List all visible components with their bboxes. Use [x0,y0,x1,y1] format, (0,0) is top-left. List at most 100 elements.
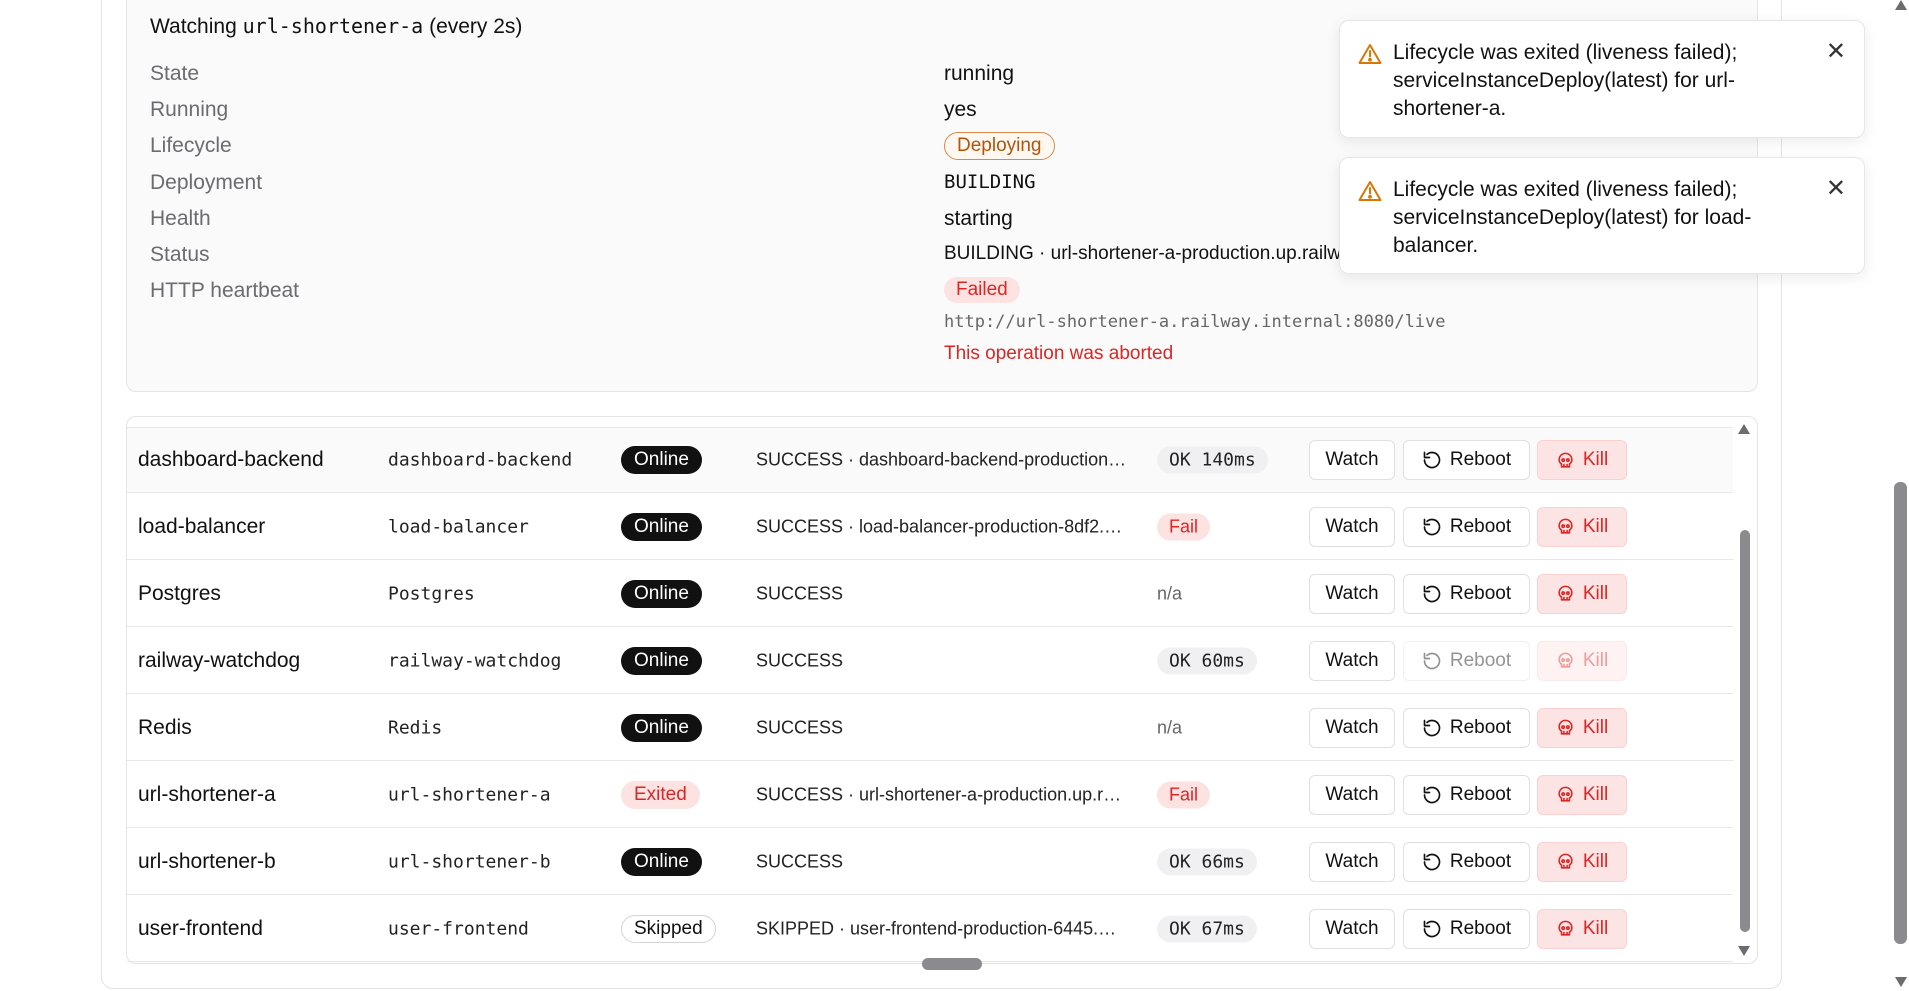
table-scrollbar-thumb[interactable] [1740,530,1750,932]
table-row: url-shortener-b url-shortener-b Online S… [127,829,1733,895]
status-badge: Online [621,847,702,876]
skull-icon [1558,786,1573,802]
warning-icon [1358,181,1382,201]
health-cell: OK 60ms [1157,647,1257,674]
deploy-status: SUCCESS [756,583,844,603]
reboot-label: Reboot [1449,783,1512,805]
toast-message: Lifecycle was exited (liveness failed); … [1393,178,1752,257]
watch-label: Watch [1325,917,1379,939]
kill-button[interactable]: Kill [1537,707,1627,748]
kill-label: Kill [1582,582,1609,604]
table-row: url-shortener-a url-shortener-a Exited S… [127,762,1733,828]
value-health: starting [944,207,1013,230]
lifecycle-badge: Deploying [944,132,1055,160]
warning-icon [1358,44,1382,64]
toast-notification: Lifecycle was exited (liveness failed); … [1339,20,1865,138]
health-cell: OK 66ms [1157,848,1257,875]
reboot-button[interactable]: Reboot [1403,573,1530,614]
reboot-label: Reboot [1449,716,1512,738]
reboot-icon [1423,451,1441,469]
status-badge: Online [621,713,702,742]
service-name: railway-watchdog [138,648,301,672]
status-badge: Online [621,512,702,541]
reboot-button[interactable]: Reboot [1403,440,1530,480]
scroll-up-arrow-icon[interactable] [1737,423,1751,435]
reboot-button[interactable]: Reboot [1403,506,1530,547]
reboot-icon [1423,652,1441,669]
page-scroll-down-arrow-icon[interactable] [1894,977,1908,987]
watch-button[interactable]: Watch [1309,707,1395,748]
kill-button[interactable]: Kill [1537,774,1627,815]
kill-button[interactable]: Kill [1537,440,1627,480]
service-name: Redis [138,715,192,739]
kill-button[interactable]: Kill [1537,841,1627,882]
status-badge: Online [621,579,702,608]
health-badge: Fail [1157,513,1211,540]
health-cell: Fail [1157,781,1211,808]
deploy-status: SUCCESS [756,851,844,871]
watch-button[interactable]: Watch [1309,506,1395,547]
service-id: user-frontend [388,918,529,939]
table-row: Redis Redis Online SUCCESS n/a Watch Reb… [127,695,1733,761]
reboot-button[interactable]: Reboot [1403,841,1530,882]
watch-button[interactable]: Watch [1309,440,1395,480]
health-badge: OK 67ms [1157,915,1257,942]
status-cell: Online [621,579,702,608]
watch-label: Watch [1325,649,1379,671]
reboot-label: Reboot [1449,449,1512,470]
skull-icon [1558,452,1573,468]
health-cell: Fail [1157,513,1211,540]
service-id: Postgres [388,583,475,604]
deploy-status: SUCCESS · url-shortener-a-production.up.… [756,784,1122,804]
reboot-label: Reboot [1449,850,1512,872]
value-running: yes [944,98,977,121]
health-cell: n/a [1157,583,1182,604]
deploy-status: SUCCESS · load-balancer-production-8df2.… [756,516,1123,536]
service-name: dashboard-backend [138,448,324,471]
health-cell: n/a [1157,717,1182,738]
heartbeat-error: This operation was aborted [944,343,1174,364]
value-status: BUILDING · url-shortener-a-production.up… [944,243,1339,264]
health-cell: OK 140ms [1157,446,1268,474]
page-scrollbar-thumb[interactable] [1894,482,1907,944]
kill-label: Kill [1582,917,1609,939]
status-badge: Skipped [621,914,716,943]
watch-label: Watch [1325,716,1379,738]
service-name: url-shortener-a [138,782,276,806]
service-name: Postgres [138,581,221,605]
reboot-icon [1423,585,1441,602]
scroll-down-arrow-icon[interactable] [1737,945,1751,957]
watch-service-name: url-shortener-a [242,14,424,38]
kill-button[interactable]: Kill [1537,908,1627,949]
reboot-button[interactable]: Reboot [1403,774,1530,815]
kill-button[interactable]: Kill [1537,573,1627,614]
watch-button[interactable]: Watch [1309,573,1395,614]
reboot-button[interactable]: Reboot [1403,908,1530,949]
close-icon[interactable]: ✕ [1826,37,1846,66]
skull-icon [1558,518,1573,534]
deploy-status: SUCCESS [756,717,844,737]
watch-button[interactable]: Watch [1309,640,1395,681]
watch-button[interactable]: Watch [1309,908,1395,949]
kill-button[interactable]: Kill [1537,640,1627,681]
kill-label: Kill [1582,515,1609,537]
skull-icon [1558,920,1573,936]
deploy-status: SUCCESS [756,650,844,670]
skull-icon [1558,652,1573,668]
reboot-button[interactable]: Reboot [1403,640,1530,681]
service-id: load-balancer [388,516,529,537]
value-lifecycle: Deploying [944,132,1055,160]
watch-label: Watch [1325,582,1379,604]
table-row: user-frontend user-frontend Skipped SKIP… [127,896,1733,962]
kill-button[interactable]: Kill [1537,506,1627,547]
status-badge: Exited [621,780,700,809]
table-row: railway-watchdog railway-watchdog Online… [127,628,1733,694]
reboot-button[interactable]: Reboot [1403,707,1530,748]
health-badge: OK 60ms [1157,647,1257,674]
watch-button[interactable]: Watch [1309,841,1395,882]
page-scroll-up-arrow-icon[interactable] [1894,0,1908,10]
table-horizontal-scrollbar-thumb[interactable] [922,958,982,970]
close-icon[interactable]: ✕ [1826,174,1846,203]
heartbeat-badge: Failed [944,277,1020,303]
watch-button[interactable]: Watch [1309,774,1395,815]
